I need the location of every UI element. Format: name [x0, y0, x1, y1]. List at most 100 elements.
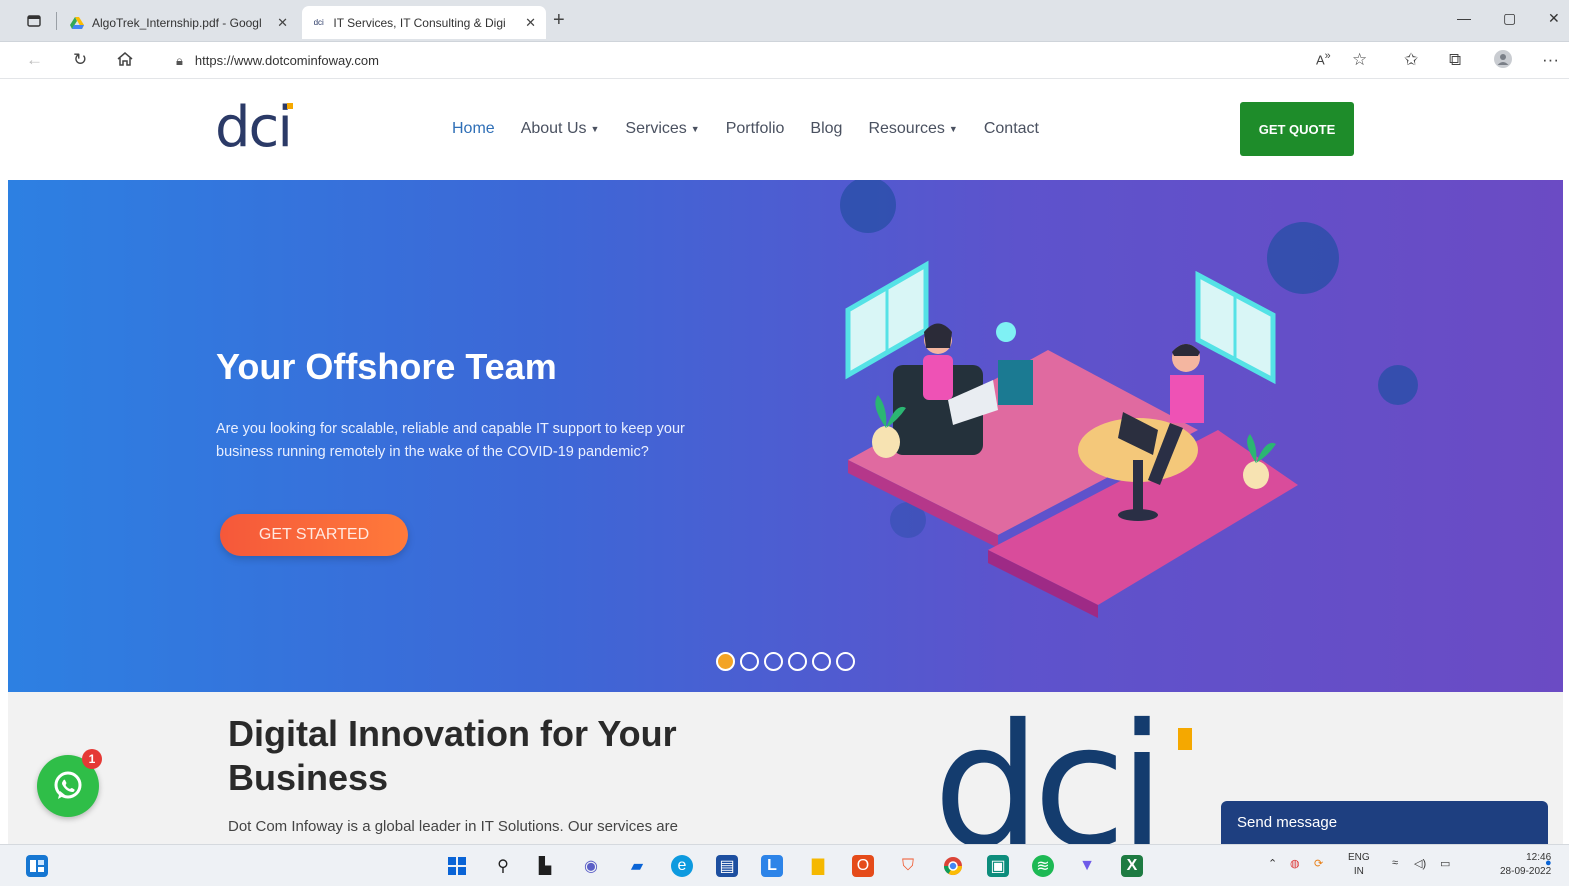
dci-favicon-icon: dci: [313, 18, 324, 27]
address-bar[interactable]: 🔒︎ https://www.dotcominfoway.com: [168, 47, 1288, 74]
nav-label: Home: [452, 120, 495, 137]
url-text: https://www.dotcominfoway.com: [194, 53, 379, 68]
nav-label: Portfolio: [725, 120, 785, 137]
slider-dot-6[interactable]: [836, 652, 855, 671]
nav-about-us[interactable]: About Us ▼: [521, 120, 600, 138]
clock-date: 28-09-2022: [1500, 866, 1552, 877]
system-clock[interactable]: 12:46 28-09-2022: [1500, 851, 1551, 879]
browser-toolbar: ← ↻ 🔒︎ https://www.dotcominfoway.com A» …: [0, 42, 1569, 79]
app-teal-icon[interactable]: ▣: [987, 855, 1009, 877]
large-dci-logo: dci: [933, 692, 1166, 844]
caret-down-icon: ▼: [948, 124, 958, 134]
vpn-icon[interactable]: ▼: [1076, 855, 1098, 877]
nav-resources[interactable]: Resources ▼: [868, 120, 957, 138]
get-quote-button[interactable]: GET QUOTE: [1240, 102, 1354, 156]
back-icon[interactable]: ←: [26, 50, 43, 70]
language-code: ENG: [1348, 852, 1370, 863]
chat-icon[interactable]: ◉: [580, 855, 602, 877]
tab-dotcominfoway[interactable]: dci IT Services, IT Consulting & Digi ✕: [302, 6, 546, 39]
nav-label: About Us: [520, 120, 587, 137]
home-icon[interactable]: [116, 50, 134, 73]
slider-dot-2[interactable]: [740, 652, 759, 671]
tray-app-icon[interactable]: ◍: [1290, 857, 1300, 870]
tab-algotrek[interactable]: AlgoTrek_Internship.pdf - Googl ✕: [60, 6, 298, 39]
nav-label: Resources: [868, 120, 945, 137]
start-icon[interactable]: [446, 855, 468, 877]
whatsapp-badge: 1: [82, 749, 102, 769]
read-aloud-icon[interactable]: A»: [1316, 50, 1331, 67]
send-message-button[interactable]: Send message: [1221, 801, 1548, 844]
slider-dot-3[interactable]: [764, 652, 783, 671]
volume-icon[interactable]: ◁): [1414, 857, 1426, 870]
nav-blog[interactable]: Blog: [810, 120, 842, 138]
window-right: [1195, 270, 1276, 385]
store-icon[interactable]: ▤: [716, 855, 738, 877]
region-code: IN: [1353, 866, 1364, 877]
search-icon[interactable]: ⚲: [492, 855, 514, 877]
nav-label: Services: [625, 120, 687, 137]
refresh-icon[interactable]: ↻: [73, 50, 87, 70]
hero-title: Your Offshore Team: [216, 346, 557, 387]
slider-dot-4[interactable]: [788, 652, 807, 671]
wifi-icon[interactable]: ≈: [1392, 857, 1398, 869]
collections-icon[interactable]: ⧉: [1449, 50, 1461, 70]
nav-portfolio[interactable]: Portfolio: [726, 120, 785, 138]
task-view-icon[interactable]: ▙: [534, 855, 556, 877]
tray-sync-icon[interactable]: ⟳: [1314, 857, 1323, 870]
widgets-icon[interactable]: [26, 855, 48, 877]
whatsapp-icon: [54, 771, 82, 799]
close-window-icon[interactable]: ✕: [1548, 10, 1560, 27]
lock-icon: 🔒︎: [176, 52, 183, 68]
logo-dot: [287, 103, 293, 109]
clock-time: 12:46: [1526, 852, 1552, 863]
google-drive-icon: [70, 16, 84, 30]
section-title: Digital Innovation for Your Business: [228, 713, 677, 798]
hero-description: Are you looking for scalable, reliable a…: [216, 421, 685, 460]
site-logo[interactable]: dci: [215, 100, 293, 156]
language-indicator[interactable]: ENG IN: [1348, 851, 1370, 879]
brave-icon[interactable]: ⛉: [897, 855, 919, 877]
favorite-icon[interactable]: ☆: [1352, 50, 1367, 70]
more-icon[interactable]: ···: [1542, 50, 1559, 70]
tab-title: IT Services, IT Consulting & Digi: [333, 15, 506, 30]
remote-work-illustration: [840, 180, 1418, 618]
close-tab-icon[interactable]: ✕: [277, 15, 288, 31]
caret-down-icon: ▼: [690, 124, 700, 134]
chrome-icon[interactable]: [942, 855, 964, 877]
tab-separator: [56, 12, 57, 30]
nav-home[interactable]: Home: [452, 120, 495, 138]
folder-icon[interactable]: ▇: [807, 855, 829, 877]
linkedin-learning-icon[interactable]: L: [761, 855, 783, 877]
window-left: [845, 260, 929, 380]
slider-dots: [716, 652, 855, 671]
caret-down-icon: ▼: [590, 124, 600, 134]
edge-icon[interactable]: e: [671, 855, 693, 877]
nav-contact[interactable]: Contact: [984, 120, 1039, 138]
slider-dot-5[interactable]: [812, 652, 831, 671]
notifications-icon[interactable]: ●: [1545, 857, 1552, 869]
office-icon[interactable]: O: [852, 855, 874, 877]
slider-dot-1[interactable]: [716, 652, 735, 671]
large-logo-dot: [1178, 728, 1192, 750]
site-header: dci Home About Us ▼ Services ▼ Portfolio B…: [8, 80, 1561, 180]
restore-icon[interactable]: ▢: [1503, 10, 1516, 27]
hero-banner: Your Offshore Team Are you looking for s…: [8, 180, 1563, 692]
tab-title: AlgoTrek_Internship.pdf - Googl: [92, 15, 262, 30]
windows-taskbar: ⚲ ▙ ◉ ▰ e ▤ L ▇ O ⛉ ▣ ≋ ▼ X ⌃ ◍ ⟳ ENG IN…: [0, 844, 1569, 886]
favorites-icon[interactable]: ✩: [1404, 50, 1418, 70]
battery-icon[interactable]: ▭: [1440, 857, 1450, 870]
section-text: Dot Com Infoway is a global leader in IT…: [228, 818, 678, 835]
show-hidden-icons-icon[interactable]: ⌃: [1268, 857, 1277, 870]
nav-label: Blog: [810, 120, 843, 137]
new-tab-button[interactable]: +: [553, 9, 565, 32]
spotify-icon[interactable]: ≋: [1032, 855, 1054, 877]
nav-services[interactable]: Services ▼: [625, 120, 699, 138]
main-nav: Home About Us ▼ Services ▼ Portfolio Blog …: [452, 120, 1039, 138]
close-tab-icon[interactable]: ✕: [525, 15, 536, 31]
get-started-button[interactable]: GET STARTED: [220, 514, 408, 556]
excel-icon[interactable]: X: [1121, 855, 1143, 877]
minimize-icon[interactable]: —: [1457, 10, 1471, 26]
profile-icon[interactable]: [1494, 50, 1512, 73]
file-explorer-icon[interactable]: ▰: [626, 855, 648, 877]
tab-actions-icon[interactable]: [24, 11, 44, 31]
